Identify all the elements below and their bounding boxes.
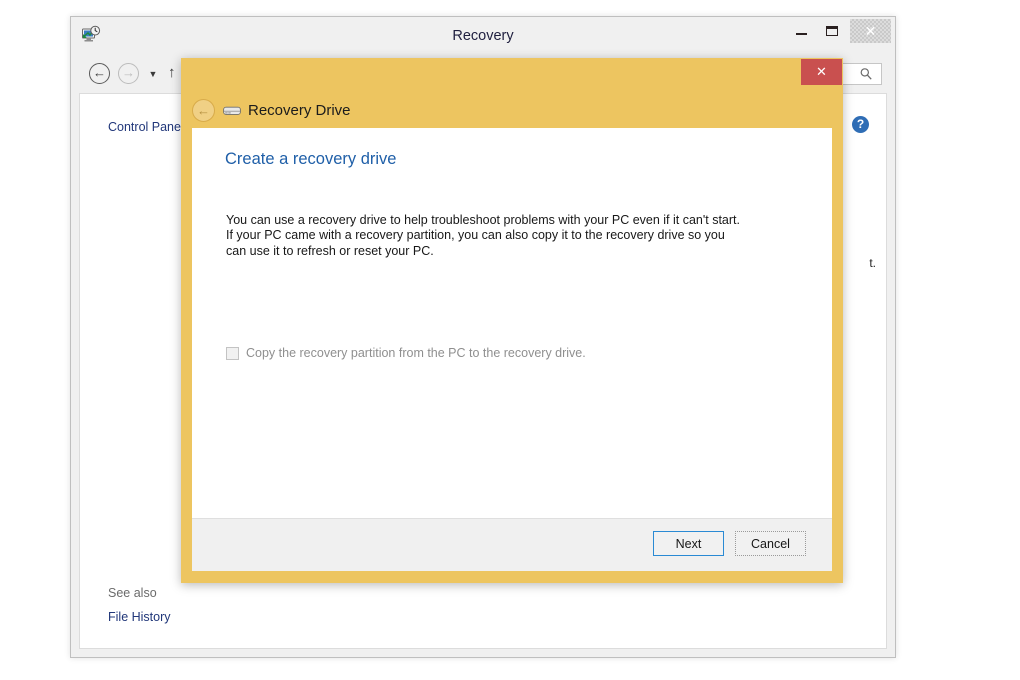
help-icon[interactable]: ? — [852, 116, 869, 133]
minimize-button[interactable] — [786, 19, 817, 43]
copy-partition-checkbox-row[interactable]: Copy the recovery partition from the PC … — [226, 346, 586, 360]
maximize-button[interactable] — [817, 19, 848, 43]
back-icon[interactable]: ← — [89, 63, 110, 84]
chevron-down-icon[interactable]: ▼ — [147, 68, 159, 80]
close-icon: ✕ — [816, 64, 827, 79]
back-icon: ← — [197, 102, 210, 118]
dialog-footer: Next Cancel — [192, 518, 832, 571]
dialog-title-bar: ✕ ← Recovery Drive — [181, 58, 843, 128]
up-icon[interactable]: ↑ — [168, 65, 176, 81]
magnifier-icon — [859, 67, 873, 81]
see-also-label: See also — [108, 586, 157, 600]
close-icon: ✕ — [864, 23, 877, 39]
dialog-body: Create a recovery drive You can use a re… — [192, 128, 832, 571]
dialog-title: Recovery Drive — [248, 102, 351, 119]
forward-icon[interactable]: → — [118, 63, 139, 84]
cancel-button[interactable]: Cancel — [735, 531, 806, 556]
copy-partition-checkbox[interactable] — [226, 346, 239, 360]
dialog-description: You can use a recovery drive to help tro… — [226, 212, 740, 258]
content-text-fragment: t. — [869, 256, 876, 270]
dialog-back-button[interactable]: ← — [192, 99, 215, 122]
file-history-link[interactable]: File History — [108, 610, 171, 624]
maximize-icon — [826, 26, 838, 36]
page-title: Recovery — [452, 28, 514, 44]
dialog-close-button[interactable]: ✕ — [801, 59, 842, 85]
copy-partition-label: Copy the recovery partition from the PC … — [246, 346, 586, 360]
external-drive-icon — [223, 104, 241, 117]
minimize-icon — [796, 33, 807, 35]
dialog-heading: Create a recovery drive — [225, 150, 397, 168]
recovery-drive-dialog: ✕ ← Recovery Drive Create a recovery dri… — [181, 58, 843, 583]
close-button[interactable]: ✕ — [850, 19, 891, 43]
next-button[interactable]: Next — [653, 531, 724, 556]
breadcrumb[interactable]: Control Pane — [108, 120, 181, 134]
window-title-bar[interactable]: Recovery ✕ — [71, 17, 895, 55]
